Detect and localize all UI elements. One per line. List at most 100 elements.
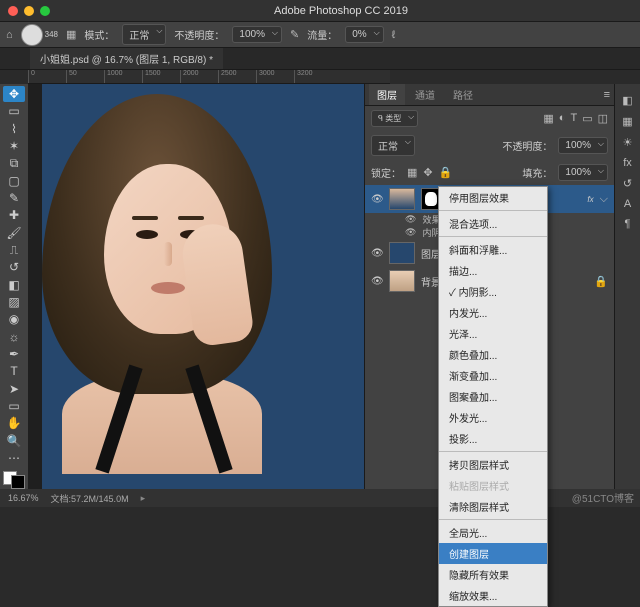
visibility-icon[interactable]: 👁 — [371, 194, 383, 205]
color-panel-icon[interactable]: ◧ — [622, 94, 632, 107]
menu-hide-all-fx[interactable]: 隐藏所有效果 — [439, 564, 547, 585]
layer-thumb[interactable] — [389, 270, 415, 292]
menu-gradient-overlay[interactable]: 渐变叠加... — [439, 365, 547, 386]
canvas[interactable] — [42, 84, 364, 489]
brush-size: 348 — [45, 30, 58, 39]
pressure-opacity-icon[interactable]: ✎ — [290, 28, 299, 41]
swatches-panel-icon[interactable]: ▦ — [622, 115, 632, 128]
menu-scale-fx[interactable]: 缩放效果... — [439, 585, 547, 606]
menu-satin[interactable]: 光泽... — [439, 323, 547, 344]
doc-size[interactable]: 文档:57.2M/145.0M — [51, 492, 129, 505]
layer-kind-filter[interactable]: ᑫ 类型 — [371, 110, 418, 127]
layer-thumb[interactable] — [389, 188, 415, 210]
lock-pixels-icon[interactable]: ▦ — [407, 166, 417, 179]
eyedropper-tool[interactable]: ✎ — [3, 190, 25, 206]
brush-tool[interactable]: 🖌 — [3, 225, 25, 241]
lock-position-icon[interactable]: ✥ — [423, 166, 432, 179]
opacity-dropdown[interactable]: 100% — [232, 26, 282, 43]
history-brush-tool[interactable]: ↺ — [3, 259, 25, 275]
panel-menu-icon[interactable]: ≡ — [604, 89, 610, 101]
title-bar: Adobe Photoshop CC 2019 — [0, 0, 640, 22]
filter-adjust-icon[interactable]: ◐ — [559, 112, 566, 125]
filter-shape-icon[interactable]: ▭ — [582, 112, 592, 125]
menu-outer-glow[interactable]: 外发光... — [439, 407, 547, 428]
chevron-down-icon[interactable]: ⌵ — [600, 193, 608, 206]
filter-type-icon[interactable]: T — [570, 112, 577, 125]
char-panel-icon[interactable]: A — [624, 198, 631, 210]
document-tab-bar: 小姐姐.psd @ 16.7% (图层 1, RGB/8) * — [0, 48, 640, 70]
brush-preview[interactable]: 348 — [21, 24, 58, 46]
hand-tool[interactable]: ✋ — [3, 415, 25, 431]
tab-channels[interactable]: 通道 — [407, 84, 443, 105]
canvas-area[interactable] — [28, 84, 364, 489]
menu-create-layer[interactable]: 创建图层 — [439, 543, 547, 564]
dodge-tool[interactable]: ☼ — [3, 329, 25, 345]
flow-label: 流量： — [307, 27, 337, 42]
menu-paste-style: 粘贴图层样式 — [439, 475, 547, 496]
visibility-icon[interactable]: 👁 — [405, 214, 416, 225]
para-panel-icon[interactable]: ¶ — [625, 218, 631, 230]
menu-global-light[interactable]: 全局光... — [439, 522, 547, 543]
menu-bevel[interactable]: 斜面和浮雕... — [439, 239, 547, 260]
fill-dropdown[interactable]: 100% — [558, 164, 608, 181]
shape-tool[interactable]: ▭ — [3, 398, 25, 414]
frame-tool[interactable]: ▢ — [3, 173, 25, 189]
filter-smart-icon[interactable]: ◫ — [598, 112, 608, 125]
layer-opacity-dropdown[interactable]: 100% — [558, 137, 608, 154]
blend-mode-dropdown[interactable]: 正常 — [122, 24, 166, 45]
mode-label: 模式： — [84, 27, 114, 42]
layer-blend-dropdown[interactable]: 正常 — [371, 135, 415, 156]
lasso-tool[interactable]: ⌇ — [3, 121, 25, 137]
airbrush-icon[interactable]: ℓ — [392, 29, 396, 41]
layer-thumb[interactable] — [389, 242, 415, 264]
document-tab[interactable]: 小姐姐.psd @ 16.7% (图层 1, RGB/8) * — [30, 48, 223, 69]
tab-paths[interactable]: 路径 — [445, 84, 481, 105]
filter-pixel-icon[interactable]: ▦ — [543, 112, 553, 125]
menu-inner-shadow[interactable]: 内阴影... — [439, 281, 547, 302]
lock-label: 锁定： — [371, 165, 401, 180]
move-tool[interactable]: ✥ — [3, 86, 25, 102]
close-window-icon[interactable] — [8, 6, 18, 16]
history-panel-icon[interactable]: ↺ — [623, 177, 632, 190]
menu-inner-glow[interactable]: 内发光... — [439, 302, 547, 323]
menu-copy-style[interactable]: 拷贝图层样式 — [439, 454, 547, 475]
eraser-tool[interactable]: ◧ — [3, 277, 25, 293]
layer-lock-row: 锁定： ▦ ✥ 🔒 填充： 100% — [365, 160, 614, 185]
blur-tool[interactable]: ◉ — [3, 311, 25, 327]
visibility-icon[interactable]: 👁 — [371, 248, 383, 259]
zoom-tool[interactable]: 🔍 — [3, 433, 25, 449]
adjust-panel-icon[interactable]: ☀ — [623, 136, 633, 149]
menu-pattern-overlay[interactable]: 图案叠加... — [439, 386, 547, 407]
lock-all-icon[interactable]: 🔒 — [439, 166, 453, 179]
healing-tool[interactable]: ✚ — [3, 207, 25, 223]
menu-drop-shadow[interactable]: 投影... — [439, 428, 547, 449]
type-tool[interactable]: T — [3, 363, 25, 379]
menu-stroke[interactable]: 描边... — [439, 260, 547, 281]
zoom-level[interactable]: 16.67% — [8, 493, 39, 503]
edit-toolbar[interactable]: ⋯ — [3, 450, 25, 466]
crop-tool[interactable]: ⧉ — [3, 155, 25, 171]
flow-dropdown[interactable]: 0% — [345, 26, 383, 43]
background-color[interactable] — [11, 475, 25, 489]
maximize-window-icon[interactable] — [40, 6, 50, 16]
path-select-tool[interactable]: ➤ — [3, 381, 25, 397]
menu-blending-options[interactable]: 混合选项... — [439, 213, 547, 234]
pen-tool[interactable]: ✒ — [3, 346, 25, 362]
menu-color-overlay[interactable]: 颜色叠加... — [439, 344, 547, 365]
tab-layers[interactable]: 图层 — [369, 84, 405, 105]
color-swatches[interactable] — [3, 471, 25, 489]
brush-swatch-icon — [21, 24, 43, 46]
styles-panel-icon[interactable]: fx — [623, 157, 632, 169]
minimize-window-icon[interactable] — [24, 6, 34, 16]
home-icon[interactable]: ⌂ — [6, 29, 13, 41]
gradient-tool[interactable]: ▨ — [3, 294, 25, 310]
menu-disable-fx[interactable]: 停用图层效果 — [439, 187, 547, 208]
fx-badge[interactable]: fx — [587, 195, 593, 204]
visibility-icon[interactable]: 👁 — [371, 276, 383, 287]
quick-select-tool[interactable]: ✶ — [3, 138, 25, 154]
brush-panel-icon[interactable]: ▦ — [66, 28, 76, 41]
lock-icon: 🔒 — [594, 275, 608, 288]
marquee-tool[interactable]: ▭ — [3, 103, 25, 119]
stamp-tool[interactable]: ⎍ — [3, 242, 25, 258]
visibility-icon[interactable]: 👁 — [405, 227, 416, 238]
